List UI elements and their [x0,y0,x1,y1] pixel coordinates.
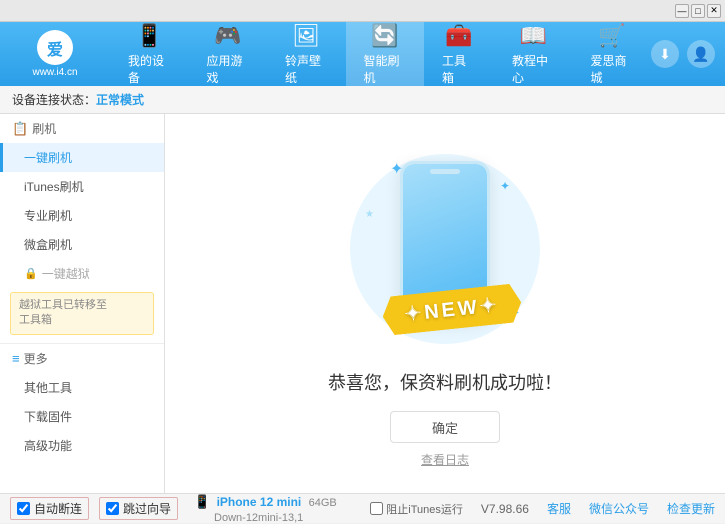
sidebar-more-section: ≡ 更多 其他工具 下载固件 高级功能 [0,343,164,460]
maximize-button[interactable]: □ [691,4,705,18]
confirm-button[interactable]: 确定 [390,411,500,443]
download-button[interactable]: ⬇ [651,40,679,68]
device-storage: 64GB [309,497,337,509]
locked-label: 一键越狱 [42,265,90,282]
wallpaper-icon: 🖼 [292,23,320,49]
update-link[interactable]: 检查更新 [667,500,715,517]
sidebar-item-one-click-flash[interactable]: 一键刷机 [0,143,164,172]
device-icon: 📱 [136,23,163,49]
itunes-flash-label: iTunes刷机 [24,180,84,194]
smart-flash-icon: 🔄 [371,23,398,49]
warning-box: 越狱工具已转移至工具箱 [10,292,154,335]
bottom-right: 阻止iTunes运行 V7.98.66 客服 微信公众号 检查更新 [370,500,715,517]
advanced-label: 高级功能 [24,439,72,453]
nav-item-apps[interactable]: 🎮 应用游戏 [189,22,268,86]
main-content: 📋 刷机 一键刷机 iTunes刷机 专业刷机 微盒刷机 🔒 一键越狱 越狱工具… [0,114,725,493]
sparkle-3: ★ [365,209,374,220]
more-label: 更多 [24,350,48,367]
support-link[interactable]: 客服 [547,500,571,517]
stop-itunes-checkbox[interactable] [370,502,383,515]
logo-text: www.i4.cn [32,67,77,78]
more-icon: ≡ [12,351,20,366]
success-title: 恭喜您，保资料刷机成功啦！ [328,369,562,395]
device-icon-bottom: 📱 [194,494,210,509]
nav-item-wallpaper-label: 铃声壁纸 [285,52,328,86]
nav-item-tutorial-label: 教程中心 [512,52,555,86]
sidebar-item-download-fw[interactable]: 下载固件 [0,402,164,431]
sidebar-item-fix-flash[interactable]: 微盒刷机 [0,230,164,259]
logo-area: 爱 www.i4.cn [0,22,110,86]
sidebar-section-flash[interactable]: 📋 刷机 [0,114,164,143]
toolbox-icon: 🧰 [445,23,472,49]
warning-text: 越狱工具已转移至工具箱 [19,299,107,326]
bottom-bar: 自动断连 跳过向导 📱 iPhone 12 mini 64GB Down-12m… [0,493,725,523]
auto-close-checkbox[interactable] [17,502,30,515]
account-button[interactable]: 👤 [687,40,715,68]
sparkle-1: ✦ [390,159,403,179]
logo-circle: 爱 [37,30,73,65]
sidebar-item-advanced[interactable]: 高级功能 [0,431,164,460]
status-bar: 设备连接状态： 正常模式 [0,86,725,114]
device-info: 📱 iPhone 12 mini 64GB Down-12mini-13,1 [194,494,337,524]
status-label: 设备连接状态： [12,91,96,108]
sidebar-item-itunes-flash[interactable]: iTunes刷机 [0,172,164,201]
sidebar: 📋 刷机 一键刷机 iTunes刷机 专业刷机 微盒刷机 🔒 一键越狱 越狱工具… [0,114,165,493]
skip-wizard-checkbox-wrap[interactable]: 跳过向导 [99,497,178,520]
sparkle-2: ✦ [500,179,510,193]
auto-close-checkbox-wrap[interactable]: 自动断连 [10,497,89,520]
download-fw-label: 下载固件 [24,410,72,424]
nav-item-smart-flash-label: 智能刷机 [364,52,407,86]
status-value: 正常模式 [96,91,144,108]
minimize-button[interactable]: — [675,4,689,18]
logo-icon: 爱 [47,36,63,60]
success-illustration: ✦NEW✦ ✦ ✦ ★ ✦ [335,139,555,359]
phone-notch [430,169,460,174]
top-nav: 爱 www.i4.cn 📱 我的设备 🎮 应用游戏 🖼 铃声壁纸 🔄 智能刷机 … [0,22,725,86]
nav-item-wallpaper[interactable]: 🖼 铃声壁纸 [267,22,346,86]
nav-item-toolbox-label: 工具箱 [442,52,476,86]
device-name: iPhone 12 mini [217,495,302,509]
flash-section-icon: 📋 [12,121,28,137]
sidebar-item-other-tools[interactable]: 其他工具 [0,373,164,402]
nav-items: 📱 我的设备 🎮 应用游戏 🖼 铃声壁纸 🔄 智能刷机 🧰 工具箱 📖 教程中心… [110,22,651,86]
sidebar-locked-jailbreak: 🔒 一键越狱 [0,259,164,288]
nav-item-shop[interactable]: 🛒 爱思商城 [573,22,652,86]
pro-flash-label: 专业刷机 [24,209,72,223]
nav-item-apps-label: 应用游戏 [207,52,250,86]
view-log-button[interactable]: 查看日志 [421,451,469,468]
center-content: ✦NEW✦ ✦ ✦ ★ ✦ 恭喜您，保资料刷机成功啦！ 确定 查看日志 [165,114,725,493]
apps-icon: 🎮 [214,23,241,49]
tutorial-icon: 📖 [520,23,547,49]
sidebar-more-title[interactable]: ≡ 更多 [0,344,164,373]
nav-item-tutorial[interactable]: 📖 教程中心 [494,22,573,86]
shop-icon: 🛒 [598,23,625,49]
skip-wizard-label: 跳过向导 [123,500,171,517]
one-click-flash-label: 一键刷机 [24,151,72,165]
wechat-link[interactable]: 微信公众号 [589,500,649,517]
close-button[interactable]: ✕ [707,4,721,18]
nav-item-my-device-label: 我的设备 [128,52,171,86]
nav-item-my-device[interactable]: 📱 我的设备 [110,22,189,86]
fix-flash-label: 微盒刷机 [24,238,72,252]
other-tools-label: 其他工具 [24,381,72,395]
stop-itunes: 阻止iTunes运行 [370,501,463,517]
lock-icon: 🔒 [24,267,38,280]
nav-right: ⬇ 👤 [651,22,725,86]
nav-item-toolbox[interactable]: 🧰 工具箱 [424,22,494,86]
version-label: V7.98.66 [481,502,529,516]
auto-close-label: 自动断连 [34,500,82,517]
nav-item-smart-flash[interactable]: 🔄 智能刷机 [346,22,425,86]
skip-wizard-checkbox[interactable] [106,502,119,515]
sidebar-item-pro-flash[interactable]: 专业刷机 [0,201,164,230]
bottom-left: 自动断连 跳过向导 📱 iPhone 12 mini 64GB Down-12m… [10,494,337,524]
device-model: Down-12mini-13,1 [194,512,303,524]
sidebar-section-flash-label: 刷机 [32,120,56,137]
nav-item-shop-label: 爱思商城 [591,52,634,86]
title-bar: — □ ✕ [0,0,725,22]
